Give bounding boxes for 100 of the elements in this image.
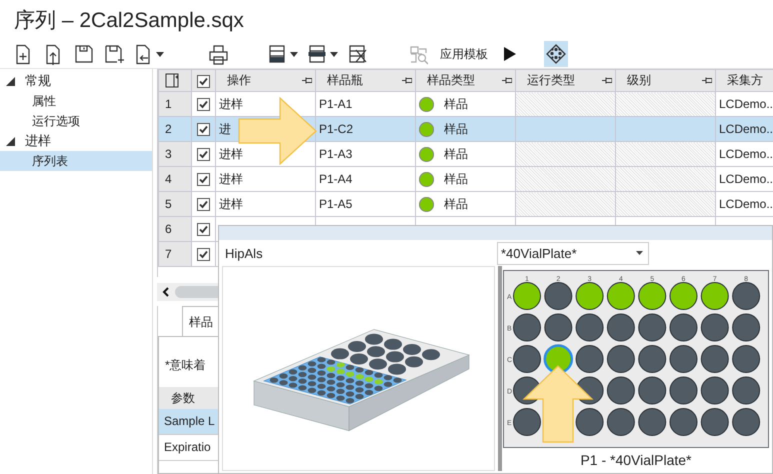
vial[interactable] bbox=[732, 345, 760, 373]
delete-rows-icon bbox=[348, 44, 368, 64]
module-label: HipAls bbox=[225, 246, 264, 260]
vial[interactable] bbox=[576, 408, 604, 436]
checkbox[interactable] bbox=[197, 173, 210, 186]
checkbox[interactable] bbox=[197, 74, 210, 88]
plate-dropdown[interactable]: *40VialPlate* bbox=[497, 242, 649, 264]
table-row[interactable]: 4 进样 P1-A4 样品 LCDemo.. bbox=[158, 166, 773, 192]
vial[interactable] bbox=[638, 408, 666, 436]
tree-item[interactable]: 序列表 bbox=[0, 151, 152, 171]
vial[interactable] bbox=[732, 376, 760, 404]
row-number: 4 bbox=[165, 172, 172, 186]
table-cell: LCDemo.. bbox=[719, 97, 773, 111]
vial[interactable] bbox=[670, 314, 698, 342]
table-row[interactable]: 5 进样 P1-A5 样品 LCDemo.. bbox=[158, 192, 773, 216]
vial[interactable] bbox=[638, 314, 666, 342]
expanded-icon[interactable] bbox=[6, 136, 15, 146]
column-chooser-icon bbox=[165, 73, 180, 88]
vial[interactable] bbox=[576, 314, 604, 342]
vial[interactable] bbox=[544, 314, 572, 342]
checkbox[interactable] bbox=[197, 198, 210, 212]
vial[interactable] bbox=[700, 408, 729, 436]
table-cell: 样品 bbox=[444, 120, 468, 138]
column-header[interactable]: 操作 bbox=[227, 72, 251, 89]
vial[interactable] bbox=[670, 376, 698, 404]
vial[interactable] bbox=[606, 282, 635, 310]
table-cell: LCDemo.. bbox=[719, 122, 773, 136]
save-as-icon bbox=[104, 44, 124, 64]
tab[interactable]: 样品 bbox=[182, 306, 220, 336]
vial[interactable] bbox=[513, 314, 541, 342]
row-number: 3 bbox=[165, 147, 172, 161]
vial[interactable] bbox=[700, 314, 729, 342]
tree-item[interactable]: 运行选项 bbox=[0, 111, 152, 131]
scroll-left-icon bbox=[162, 287, 169, 297]
pin-icon[interactable] bbox=[602, 76, 612, 85]
vial[interactable] bbox=[700, 376, 729, 404]
vial-plate-icon bbox=[546, 44, 566, 64]
apply-template-button[interactable]: 应用模板 bbox=[436, 46, 492, 62]
table-row[interactable]: 3 进样 P1-A3 样品 LCDemo.. bbox=[158, 142, 773, 166]
table-cell: 样品 bbox=[444, 146, 468, 162]
pin-icon[interactable] bbox=[402, 76, 412, 85]
row-number: 2 bbox=[165, 122, 172, 136]
table-cell: P1-C2 bbox=[319, 122, 354, 136]
pin-icon[interactable] bbox=[702, 76, 712, 85]
caret-icon bbox=[290, 52, 298, 56]
vial[interactable] bbox=[638, 282, 666, 310]
table-cell: LCDemo.. bbox=[719, 172, 773, 186]
vial[interactable] bbox=[638, 345, 666, 373]
table-cell: 进 bbox=[219, 122, 231, 136]
vial[interactable] bbox=[732, 314, 760, 342]
note-text: *意味着 bbox=[164, 357, 206, 374]
table-row[interactable]: 1 进样 P1-A1 样品 LCDemo.. bbox=[158, 92, 773, 116]
pin-icon[interactable] bbox=[302, 76, 312, 85]
vial[interactable] bbox=[700, 345, 729, 373]
vial[interactable] bbox=[606, 376, 635, 404]
vial[interactable] bbox=[606, 408, 635, 436]
table-cell: P1-A3 bbox=[319, 147, 352, 161]
plate-caption: P1 - *40VialPlate* bbox=[580, 452, 692, 468]
vial[interactable] bbox=[606, 314, 635, 342]
vial[interactable] bbox=[576, 345, 604, 373]
tree-item[interactable]: 进样 bbox=[23, 132, 53, 150]
vial[interactable] bbox=[513, 408, 541, 436]
checkbox[interactable] bbox=[197, 98, 210, 112]
tree-item[interactable]: 常规 bbox=[23, 72, 53, 90]
vial[interactable] bbox=[700, 282, 729, 310]
vial[interactable] bbox=[670, 408, 698, 436]
rows-icon bbox=[308, 44, 328, 64]
vial[interactable] bbox=[732, 282, 760, 310]
row-number: 7 bbox=[165, 247, 172, 261]
vial[interactable] bbox=[670, 282, 698, 310]
expanded-icon[interactable] bbox=[6, 76, 15, 86]
save-icon bbox=[74, 44, 94, 64]
table-cell: P1-A1 bbox=[319, 97, 352, 111]
checkbox[interactable] bbox=[197, 248, 210, 262]
checkbox[interactable] bbox=[197, 223, 210, 236]
table-cell: P1-A5 bbox=[319, 197, 352, 211]
pin-icon[interactable] bbox=[502, 76, 512, 85]
vial[interactable] bbox=[513, 282, 541, 310]
vial[interactable] bbox=[576, 282, 604, 310]
vial[interactable] bbox=[732, 408, 760, 436]
column-header[interactable]: 级别 bbox=[627, 72, 651, 89]
vial[interactable] bbox=[670, 345, 698, 373]
print-icon bbox=[208, 44, 228, 64]
vial[interactable] bbox=[544, 282, 572, 310]
table-cell: 样品 bbox=[444, 196, 468, 212]
row-number: 5 bbox=[165, 197, 172, 211]
vial[interactable] bbox=[638, 376, 666, 404]
table-cell: LCDemo.. bbox=[719, 197, 773, 211]
vial-plate-button[interactable] bbox=[544, 41, 568, 67]
row-number: 1 bbox=[165, 97, 172, 111]
tree-item[interactable]: 属性 bbox=[0, 91, 152, 111]
checkbox[interactable] bbox=[197, 123, 210, 136]
table-cell: 样品 bbox=[444, 170, 468, 188]
table-cell: 进样 bbox=[219, 172, 243, 186]
table-cell: 进样 bbox=[219, 96, 243, 110]
checkbox[interactable] bbox=[197, 148, 210, 162]
vial[interactable] bbox=[606, 345, 635, 373]
row-number: 6 bbox=[165, 222, 172, 236]
vial[interactable] bbox=[513, 345, 541, 373]
table-cell: 样品 bbox=[444, 96, 468, 112]
